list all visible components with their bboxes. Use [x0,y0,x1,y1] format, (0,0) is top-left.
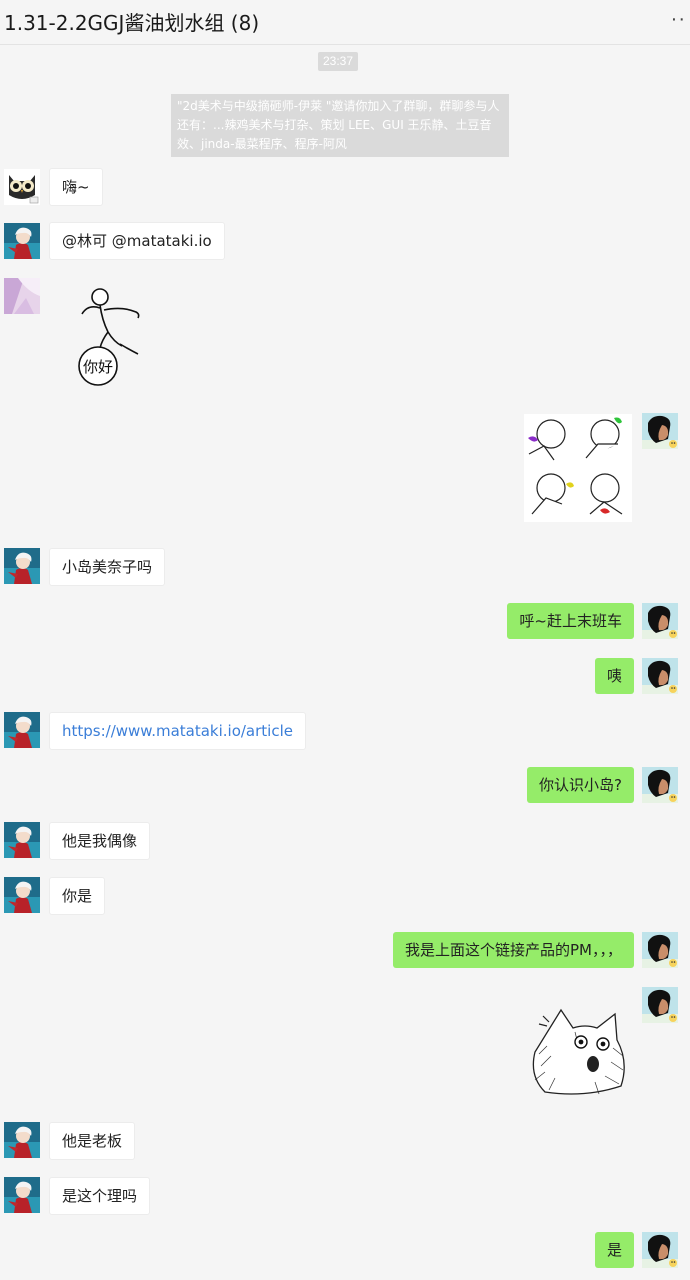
message-bubble[interactable]: 小岛美奈子吗 [49,548,166,586]
avatar-red-hair[interactable] [4,822,40,858]
avatar-owl[interactable] [4,169,40,205]
system-notice: "2d美术与中级摘砸师-伊莱 "邀请你加入了群聊，群聊参与人还有：...辣鸡美术… [171,94,509,157]
cat-sticker[interactable] [525,1006,633,1098]
timestamp: 23:37 [318,52,359,71]
message-bubble[interactable]: 他是老板 [49,1122,136,1160]
avatar-self[interactable] [642,1232,678,1268]
avatar-self[interactable] [642,932,678,968]
message-bubble[interactable]: @林可 @matataki.io [49,222,225,260]
avatar-self[interactable] [642,603,678,639]
avatar-red-hair[interactable] [4,1122,40,1158]
message-bubble[interactable]: 咦 [594,658,634,694]
message-bubble[interactable]: 是这个理吗 [49,1177,151,1215]
avatar-red-hair[interactable] [4,548,40,584]
message-bubble[interactable]: 呼~赶上末班车 [507,603,634,639]
avatar-red-hair[interactable] [4,1177,40,1213]
avatar-self[interactable] [642,767,678,803]
avatar-self[interactable] [642,413,678,449]
sticker-text: 你好 [83,358,113,376]
message-bubble[interactable]: 他是我偶像 [49,822,151,860]
more-icon[interactable]: ·· [671,8,686,31]
message-bubble[interactable]: 你认识小岛? [527,767,634,803]
avatar-red-hair[interactable] [4,712,40,748]
message-bubble[interactable]: 我是上面这个链接产品的PM，，， [393,932,634,968]
meme-sticker[interactable] [524,414,632,522]
avatar-self[interactable] [642,987,678,1023]
message-bubble[interactable]: 你是 [49,877,106,915]
link-message-bubble[interactable]: https://www.matataki.io/article [49,712,306,750]
avatar-self[interactable] [642,658,678,694]
chat-title: 1.31-2.2GGJ酱油划水组 (8) [4,11,260,35]
chat-header: 1.31-2.2GGJ酱油划水组 (8) ·· [0,0,690,45]
nihao-sticker[interactable]: 你好 [70,284,150,389]
article-link[interactable]: https://www.matataki.io/article [62,722,293,740]
message-bubble[interactable]: 是 [594,1232,634,1268]
avatar-red-hair[interactable] [4,877,40,913]
avatar-red-hair[interactable] [4,223,40,259]
avatar-pink[interactable] [4,278,40,314]
message-bubble[interactable]: 嗨~ [49,168,103,206]
